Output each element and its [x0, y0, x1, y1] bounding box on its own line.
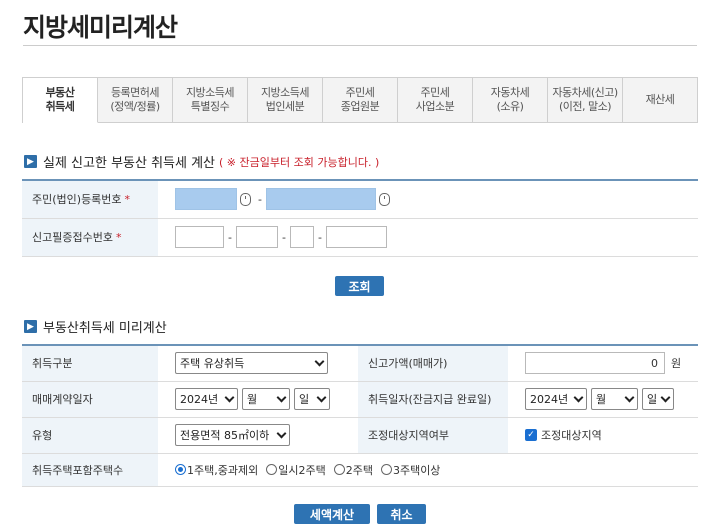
declared-price-cell: 0 원 [508, 345, 698, 382]
chevron-down-icon [573, 392, 584, 402]
page-title: 지방세미리계산 [23, 13, 178, 42]
chevron-down-icon [660, 392, 671, 402]
lookup-section-heading: ▶ 실제 신고한 부동산 취득세 계산 ( ※ 잔금일부터 조회 가능합니다. … [24, 152, 379, 171]
chevron-down-icon [276, 428, 287, 438]
receipt-number-cell: - - - [158, 218, 698, 257]
lookup-button[interactable]: 조회 [335, 276, 384, 296]
declared-price-label: 신고가액(매매가) [358, 345, 508, 382]
contract-day-select[interactable]: 일 [294, 388, 330, 410]
house-option-radio-1[interactable] [175, 464, 186, 475]
receipt-number-input-3[interactable] [289, 226, 314, 248]
house-option-label-3: 2주택 [345, 463, 373, 477]
dash: - [228, 230, 232, 244]
chevron-right-icon: ▶ [24, 155, 37, 168]
receipt-number-input-4[interactable] [325, 226, 387, 248]
acq-type-cell: 주택 유상취득 [158, 345, 358, 382]
house-option-radio-2[interactable] [266, 464, 278, 475]
house-option-radio-3[interactable] [333, 464, 345, 475]
type-select[interactable]: 전용면적 85㎡이하 [175, 424, 290, 446]
cancel-button[interactable]: 취소 [377, 504, 426, 524]
type-cell: 전용면적 85㎡이하 [158, 417, 358, 454]
acq-year-value: 2024년 [530, 393, 569, 406]
receipt-number-label: 신고필증접수번호 [32, 231, 113, 244]
contract-year-value: 2024년 [180, 393, 219, 406]
type-label: 유형 [22, 417, 158, 454]
dash: - [317, 230, 322, 244]
house-option-label-4: 3주택이상 [392, 463, 441, 477]
adjust-area-checkbox-label: 조정대상지역 [541, 429, 602, 442]
title-divider [23, 45, 697, 46]
contract-day-value: 일 [299, 393, 310, 406]
mouse-icon[interactable] [240, 192, 251, 206]
type-value: 전용면적 85㎡이하 [180, 429, 270, 442]
contract-month-select[interactable]: 월 [242, 388, 290, 410]
contract-month-value: 월 [247, 393, 258, 406]
tab-local-income-tax-withholding[interactable]: 지방소득세 특별징수 [173, 78, 248, 123]
acq-day-select[interactable]: 일 [642, 388, 674, 410]
acq-year-select[interactable]: 2024년 [525, 388, 587, 410]
chevron-down-icon [276, 392, 287, 402]
receipt-number-input-1[interactable] [175, 226, 224, 248]
adjust-area-cell: ✓ 조정대상지역 [508, 417, 698, 454]
mouse-icon[interactable] [378, 192, 390, 206]
tab-property-acquisition-tax[interactable]: 부동산 취득세 [23, 78, 98, 123]
adjust-area-label: 조정대상지역여부 [358, 417, 508, 454]
tab-bar: 부동산 취득세 등록면허세 (정액/정률) 지방소득세 특별징수 지방소득세 법… [22, 77, 698, 123]
contract-year-select[interactable]: 2024년 [175, 388, 238, 410]
acq-month-select[interactable]: 월 [591, 388, 638, 410]
acq-type-select[interactable]: 주택 유상취득 [175, 352, 328, 375]
tab-registration-license-tax[interactable]: 등록면허세 (정액/정률) [98, 78, 173, 123]
id-number-cell: - [158, 180, 698, 219]
acq-day-value: 일 [647, 393, 658, 406]
tab-vehicle-tax-ownership[interactable]: 자동차세 (소유) [473, 78, 548, 123]
house-option-label-1: 1주택,중과제외 [187, 463, 259, 477]
receipt-number-input-2[interactable] [235, 226, 278, 248]
lookup-notice: ( ※ 잔금일부터 조회 가능합니다. ) [219, 155, 380, 169]
acq-type-value: 주택 유상취득 [180, 357, 245, 371]
calc-heading-text: 부동산취득세 미리계산 [43, 321, 167, 336]
acq-month-value: 월 [596, 393, 607, 406]
contract-date-cell: 2024년 월 일 [158, 381, 358, 418]
calc-table: 취득구분 주택 유상취득 신고가액(매매가) 0 원 매매계약일자 2024년 … [22, 344, 698, 487]
receipt-number-label-cell: 신고필증접수번호 * [22, 218, 158, 257]
contract-date-label: 매매계약일자 [22, 381, 158, 418]
required-mark: * [115, 231, 122, 244]
dash: - [258, 192, 262, 206]
chevron-down-icon [224, 392, 235, 402]
calculate-tax-button[interactable]: 세액계산 [294, 504, 370, 524]
houses-count-label: 취득주택포함주택수 [22, 453, 158, 487]
tab-resident-tax-employee[interactable]: 주민세 종업원분 [323, 78, 398, 123]
house-option-label-2: 일시2주택 [278, 463, 326, 477]
adjust-area-checkbox[interactable]: ✓ [525, 429, 537, 441]
currency-unit: 원 [671, 357, 682, 371]
acq-date-label: 취득일자(잔금지급 완료일) [358, 381, 508, 418]
lookup-table: 주민(법인)등록번호 * - 신고필증접수번호 * - - - [22, 179, 698, 257]
calc-section-heading: ▶ 부동산취득세 미리계산 [24, 317, 167, 336]
declared-price-input[interactable]: 0 [525, 352, 665, 375]
lookup-heading-text: 실제 신고한 부동산 취득세 계산 [43, 156, 216, 171]
chevron-down-icon [624, 392, 635, 402]
dash: - [281, 230, 286, 244]
required-mark: * [124, 193, 131, 207]
chevron-down-icon [316, 392, 327, 402]
houses-count-cell: 1주택,중과제외 일시2주택 2주택 3주택이상 [158, 453, 698, 487]
id-number-label-cell: 주민(법인)등록번호 * [22, 180, 158, 219]
acq-date-cell: 2024년 월 일 [508, 381, 698, 418]
tab-local-income-tax-corporate[interactable]: 지방소득세 법인세분 [248, 78, 323, 123]
tab-vehicle-tax-report[interactable]: 자동차세(신고) (이전, 말소) [548, 78, 623, 123]
tab-property-tax[interactable]: 재산세 [623, 78, 698, 123]
id-number-back-input[interactable] [265, 188, 376, 211]
tab-resident-tax-business[interactable]: 주민세 사업소분 [398, 78, 473, 123]
page: 지방세미리계산 부동산 취득세 등록면허세 (정액/정률) 지방소득세 특별징수… [0, 0, 707, 529]
house-option-radio-4[interactable] [380, 464, 392, 475]
chevron-right-icon: ▶ [24, 320, 37, 333]
id-number-label: 주민(법인)등록번호 [32, 193, 122, 207]
id-number-front-input[interactable] [175, 188, 237, 211]
chevron-down-icon [314, 356, 325, 367]
acq-type-label: 취득구분 [22, 345, 158, 382]
